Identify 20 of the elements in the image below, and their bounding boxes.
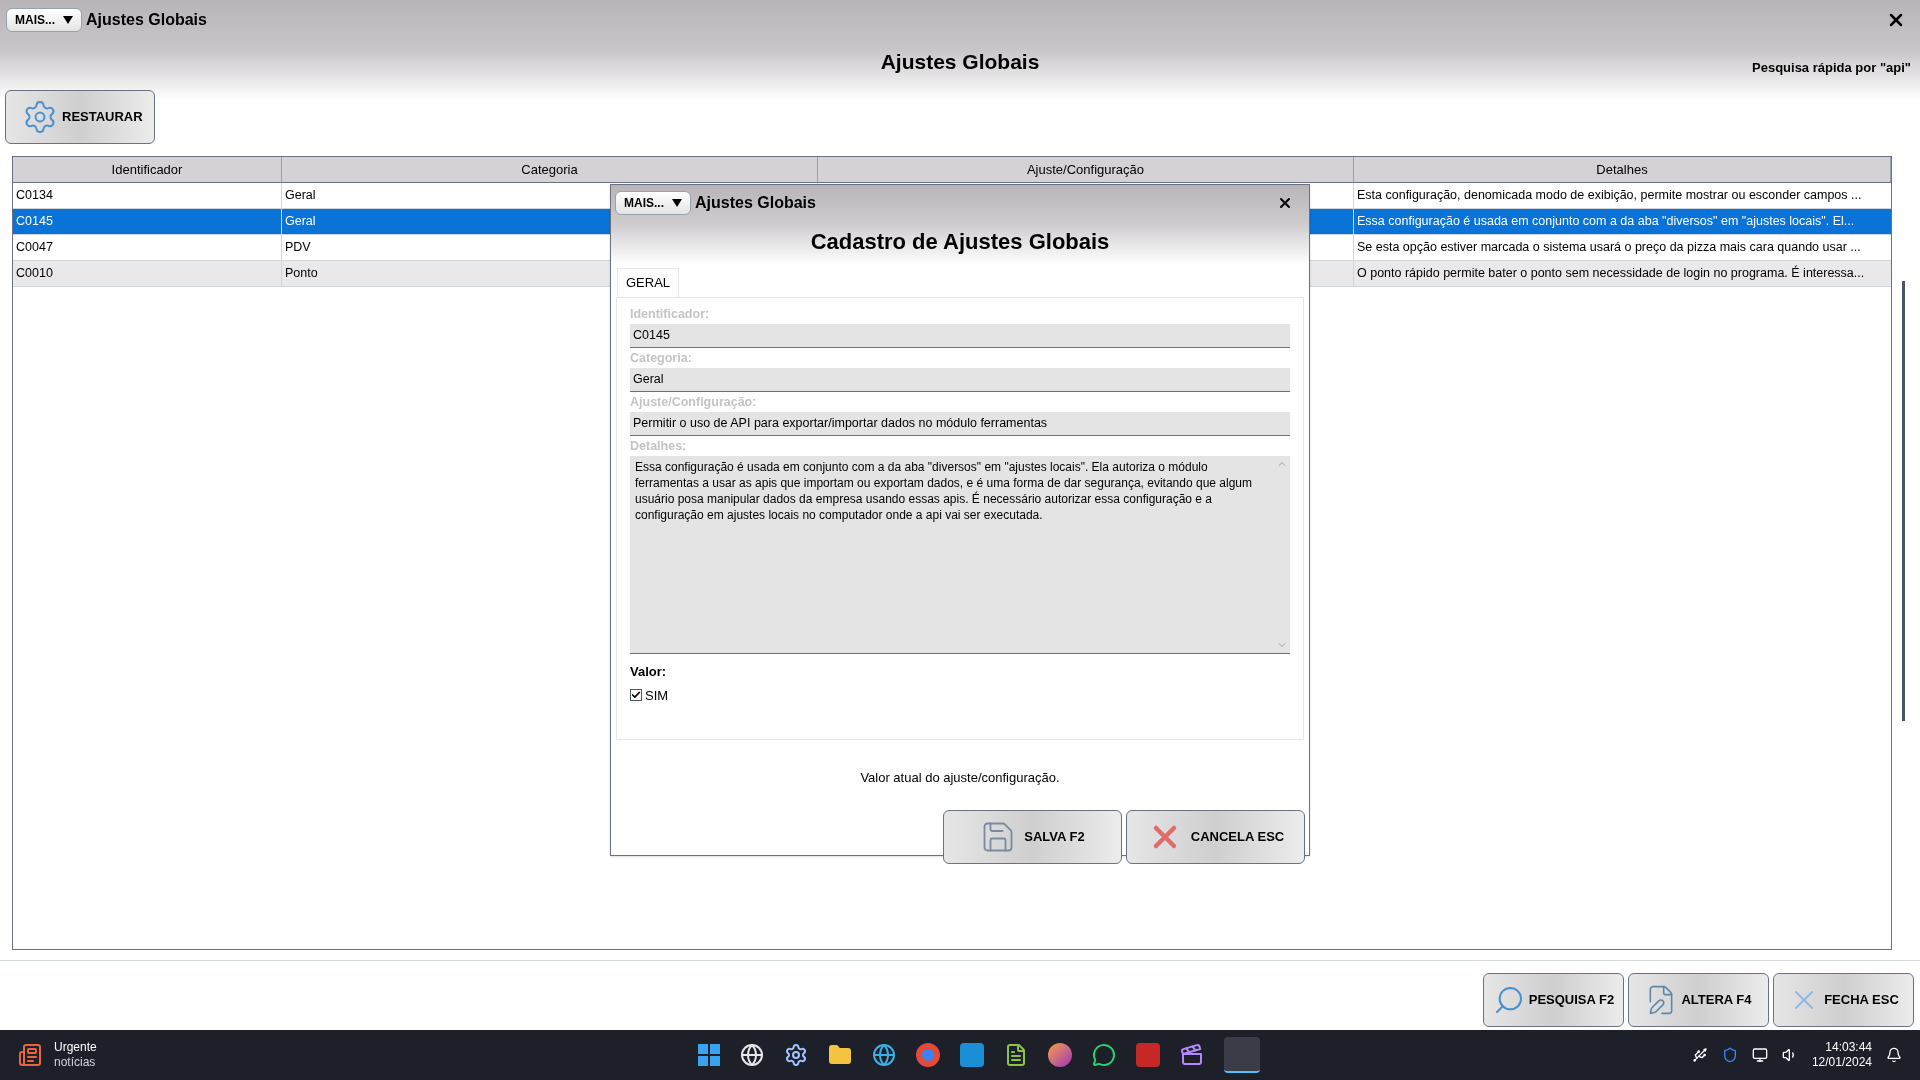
- checkbox-label: SIM: [645, 686, 669, 705]
- quick-search-text: Pesquisa rápida por "api": [1752, 59, 1911, 77]
- table-cell-text: Essa configuração é usada em conjunto com a da aba "diversos" em "ajustes locais". El...: [1356, 213, 1856, 231]
- hint-text: Valor atual do ajuste/configuração.: [859, 769, 1061, 787]
- page-heading: Ajustes Globais: [880, 49, 1040, 75]
- table-cell: C0134: [13, 183, 282, 208]
- news-title: Urgente: [54, 1040, 97, 1055]
- table-cell: C0047: [13, 235, 282, 260]
- field-label: Ajuste/Configuração:: [630, 393, 758, 411]
- table-cell-text: Se esta opção estiver marcada o sistema usará o preço da pizza mais cara quando usar ...: [1356, 239, 1862, 257]
- news-subtitle: notícias: [54, 1055, 97, 1070]
- field-label: Categoria:: [630, 349, 693, 367]
- table-cell: C0145: [13, 209, 282, 234]
- table-cell: C0010: [13, 261, 282, 286]
- table-cell-text: O ponto rápido permite bater o ponto sem necessidade de login no programa. É interessa...: [1356, 264, 1866, 283]
- window-title: Ajustes Globais: [86, 10, 207, 30]
- table-cell-text: Esta configuração, denomicada modo de exibição, permite mostrar ou esconder campos ...: [1356, 187, 1863, 205]
- field-label: Detalhes:: [630, 437, 688, 455]
- field-label: Identificador:: [630, 305, 711, 323]
- value-label: Valor:: [630, 663, 668, 681]
